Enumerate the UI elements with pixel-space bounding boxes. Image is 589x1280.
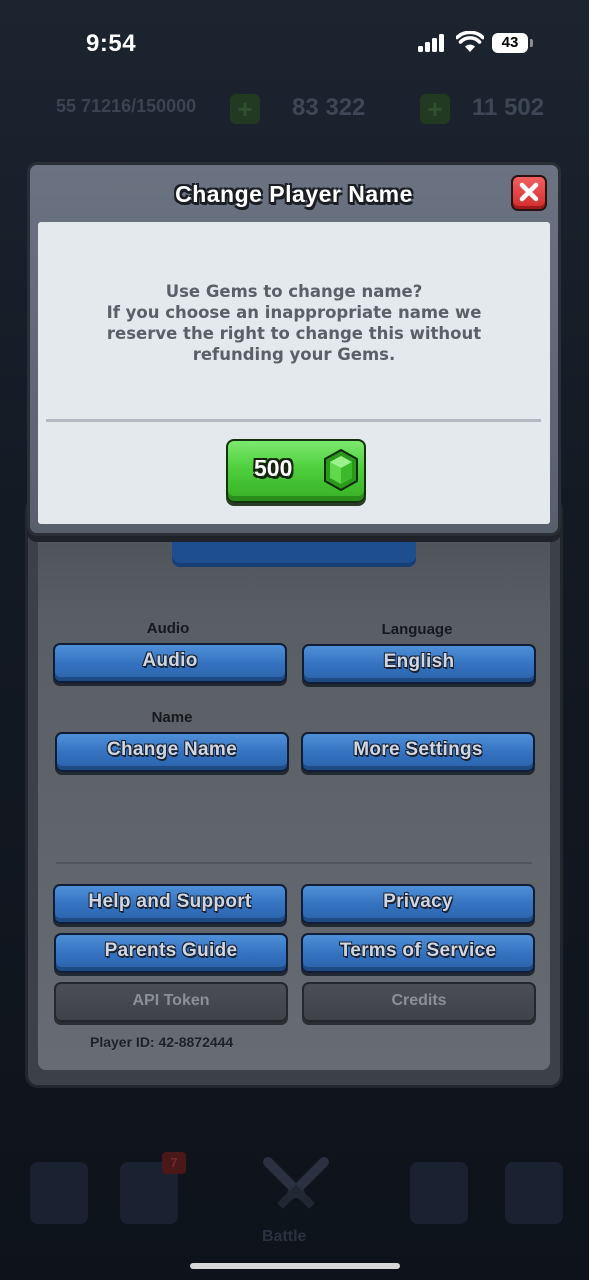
add-gold-icon: + (420, 94, 450, 124)
cards-badge: 7 (162, 1152, 186, 1174)
change-name-dialog: Change Player Name Use Gems to change na… (27, 162, 561, 536)
parents-guide-button[interactable]: Parents Guide (54, 933, 288, 973)
gem-price: 500 (254, 455, 293, 481)
message-line-2: If you choose an inappropriate name we (106, 303, 482, 322)
status-time: 9:54 (86, 30, 137, 57)
events-tab-icon (505, 1162, 563, 1224)
terms-of-service-button[interactable]: Terms of Service (301, 933, 535, 973)
add-xp-icon: + (230, 94, 260, 124)
home-indicator (190, 1263, 400, 1269)
language-label: Language (381, 621, 453, 638)
dialog-message: Use Gems to change name? If you choose a… (78, 281, 510, 365)
dialog-body: Use Gems to change name? If you choose a… (38, 222, 550, 524)
message-line-3: reserve the right to change this without (106, 324, 482, 343)
player-id: Player ID: 42-8872444 (90, 1034, 234, 1050)
dialog-title: Change Player Name (175, 181, 413, 207)
audio-label: Audio (146, 620, 190, 637)
message-line-1: Use Gems to change name? (165, 282, 423, 301)
xp-counter: 55 71216/150000 (56, 96, 197, 116)
battery-icon: 43 (492, 33, 533, 53)
gem-icon (324, 449, 358, 491)
clan-tab-icon (410, 1162, 468, 1224)
api-token-button[interactable]: API Token (54, 982, 288, 1022)
credits-button[interactable]: Credits (302, 982, 536, 1022)
battle-label: Battle (262, 1228, 307, 1245)
dialog-divider (46, 419, 541, 422)
pay-gems-button[interactable]: 500 (226, 439, 366, 503)
name-label: Name (151, 709, 193, 726)
more-settings-button[interactable]: More Settings (301, 732, 535, 772)
language-button[interactable]: English (302, 644, 536, 684)
settings-divider (56, 862, 532, 864)
battle-tab-icon (263, 1157, 329, 1209)
gem-counter: 11 502 (472, 94, 545, 121)
wifi-icon (456, 31, 484, 52)
close-icon (519, 182, 539, 202)
resource-bar: 55 71216/150000 + 83 322 + 11 502 (0, 92, 589, 128)
signal-icon (418, 34, 446, 52)
close-button[interactable] (511, 175, 547, 211)
shop-tab-icon (30, 1162, 88, 1224)
change-name-button[interactable]: Change Name (55, 732, 289, 772)
privacy-button[interactable]: Privacy (301, 884, 535, 924)
status-bar: 9:54 43 (0, 0, 589, 88)
help-support-button[interactable]: Help and Support (53, 884, 287, 924)
audio-button[interactable]: Audio (53, 643, 287, 683)
gold-counter: 83 322 (292, 94, 366, 121)
message-line-4: refunding your Gems. (192, 345, 396, 364)
